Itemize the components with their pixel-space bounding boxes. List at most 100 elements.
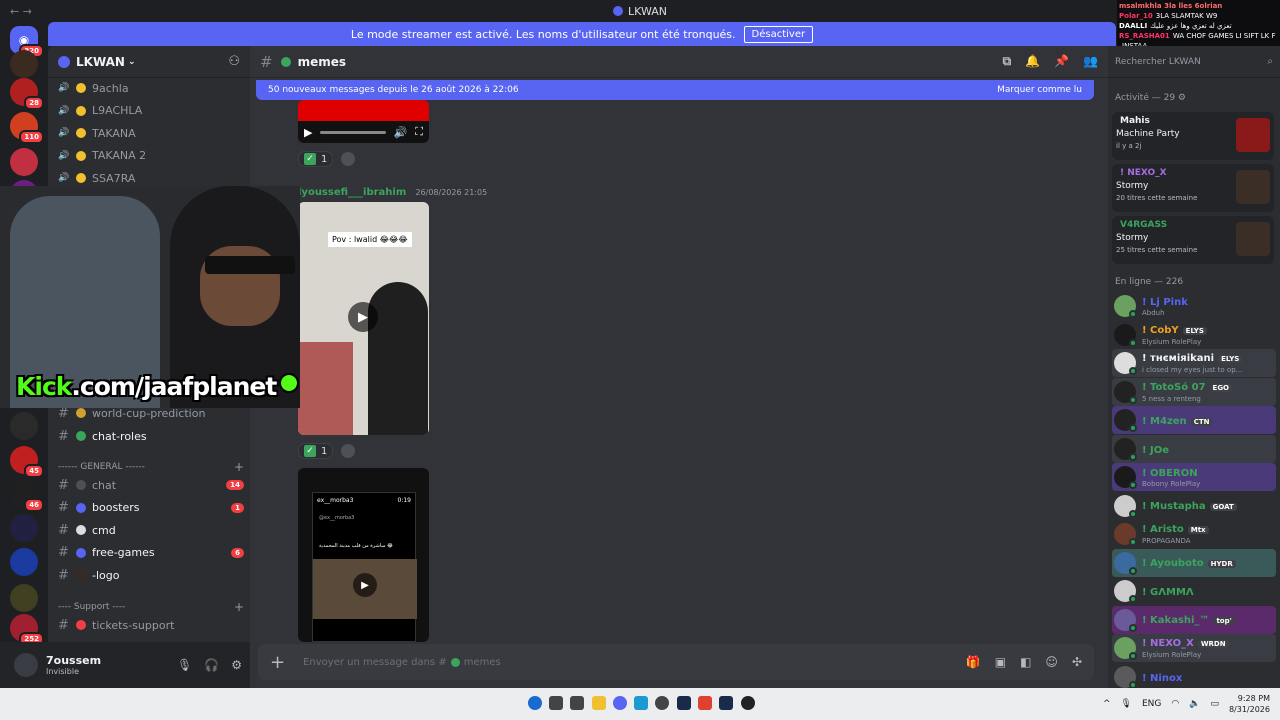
apps-icon[interactable]: ✣ bbox=[1072, 655, 1082, 669]
video-player[interactable]: ▶ 🔊 ⛶ bbox=[298, 100, 429, 143]
channel-item[interactable]: # boosters 1 bbox=[58, 497, 244, 519]
sticker-icon[interactable]: ◧ bbox=[1020, 655, 1031, 669]
volume-icon[interactable]: 🔊 bbox=[394, 126, 408, 139]
member-item[interactable]: ! NEXO_X WRDN Elysium RolePlay bbox=[1112, 634, 1276, 662]
channel-item[interactable]: # free-games 6 bbox=[58, 542, 244, 564]
mark-read-button[interactable]: Marquer comme lu bbox=[997, 85, 1082, 95]
server-icon[interactable]: 45 bbox=[10, 446, 44, 478]
fullscreen-icon[interactable]: ⛶ bbox=[415, 125, 423, 139]
verified-icon bbox=[279, 373, 300, 393]
channel-item[interactable]: # cmd bbox=[58, 519, 244, 541]
server-icon[interactable]: 252 bbox=[10, 614, 44, 646]
activity-card[interactable]: V4RGASS Stormy 25 titres cette semaine bbox=[1112, 216, 1274, 264]
server-icon[interactable] bbox=[10, 548, 38, 576]
play-icon[interactable]: ▶ bbox=[353, 573, 377, 597]
message-author[interactable]: lyoussefi___ibrahim bbox=[298, 187, 406, 198]
member-item[interactable]: ! Kakashi_™ top' bbox=[1112, 605, 1276, 634]
server-icon[interactable] bbox=[10, 584, 38, 612]
clock[interactable]: 9:28 PM 8/31/2026 bbox=[1229, 693, 1270, 715]
add-member-icon[interactable]: ⚇ bbox=[228, 54, 240, 69]
video-thumbnail[interactable]: ex__morba3 0:19 @ex__morba3 مباشرة من قل… bbox=[298, 468, 429, 642]
task-view-icon[interactable] bbox=[570, 696, 584, 710]
wifi-icon[interactable]: ◠ bbox=[1171, 699, 1179, 709]
search-icon[interactable] bbox=[549, 696, 563, 710]
threads-icon[interactable]: ⧉ bbox=[1003, 54, 1012, 69]
channel-item[interactable]: # -logo bbox=[58, 564, 244, 586]
add-reaction-icon[interactable] bbox=[341, 444, 356, 458]
channel-item[interactable]: 🔊 TAKANA bbox=[58, 122, 244, 144]
server-icon[interactable] bbox=[10, 148, 38, 176]
online-section-label: En ligne — 226 bbox=[1115, 277, 1184, 287]
streamer-mode-banner: Le mode streamer est activé. Les noms d'… bbox=[48, 22, 1116, 46]
chevron-up-icon[interactable]: ^ bbox=[1103, 699, 1111, 709]
channel-item[interactable]: # chat-roles bbox=[58, 425, 244, 447]
channel-item[interactable]: 🔊 TAKANA 2 bbox=[58, 145, 244, 167]
member-item[interactable]: ! JOe bbox=[1112, 434, 1276, 463]
server-icon[interactable]: 46 bbox=[10, 480, 44, 512]
server-icon[interactable] bbox=[10, 412, 38, 440]
member-item[interactable]: ! Mustapha GOAT bbox=[1112, 492, 1276, 520]
mic-icon[interactable]: 🎙 bbox=[177, 658, 192, 672]
headphones-icon[interactable]: 🎧 bbox=[204, 658, 219, 672]
edge-icon[interactable] bbox=[634, 696, 648, 710]
server-icon[interactable] bbox=[10, 50, 38, 78]
steam-icon[interactable] bbox=[677, 696, 691, 710]
settings-gear-icon[interactable]: ⚙ bbox=[231, 658, 242, 672]
channel-category[interactable]: ------ GENERAL ------ + bbox=[58, 459, 244, 475]
play-icon[interactable]: ▶ bbox=[348, 302, 378, 332]
obs-icon[interactable] bbox=[741, 696, 755, 710]
member-item[interactable]: ! M4zen CTN bbox=[1112, 406, 1276, 434]
steam-icon[interactable] bbox=[719, 696, 733, 710]
pin-icon[interactable]: 📌 bbox=[1054, 54, 1069, 69]
member-item[interactable]: ! OBERON Bobony RolePlay bbox=[1112, 463, 1276, 491]
emoji-icon[interactable]: ☺ bbox=[1045, 655, 1058, 669]
activity-user: Mahis bbox=[1120, 116, 1150, 126]
server-icon[interactable]: 28 bbox=[10, 78, 44, 110]
activity-card[interactable]: Mahis Machine Party il y a 2j bbox=[1112, 112, 1274, 160]
channel-item[interactable]: # tickets-support bbox=[58, 614, 244, 636]
add-reaction-icon[interactable] bbox=[341, 152, 356, 166]
gift-icon[interactable]: 🎁 bbox=[966, 655, 981, 669]
server-header[interactable]: LKWAN ⌄ ⚇ bbox=[48, 46, 250, 78]
reaction-check[interactable]: ✓ 1 bbox=[298, 443, 334, 459]
channel-emoji-icon bbox=[76, 547, 86, 558]
member-item[interactable]: ! тнємiяikani ELYS i closed my eyes just t… bbox=[1112, 349, 1276, 377]
volume-icon[interactable]: 🔈 bbox=[1189, 699, 1200, 709]
activity-card[interactable]: ! NEXO_X Stormy 20 titres cette semaine bbox=[1112, 164, 1274, 212]
channel-item[interactable]: # chat 14 bbox=[58, 474, 244, 496]
search-input[interactable]: Rechercher LKWAN ⌕ bbox=[1108, 46, 1280, 78]
members-icon[interactable]: 👥 bbox=[1083, 54, 1098, 69]
member-item[interactable]: ! Aristo Mtx PROPAGANDA bbox=[1112, 520, 1276, 548]
file-explorer-icon[interactable] bbox=[592, 696, 606, 710]
gif-icon[interactable]: ▣ bbox=[995, 655, 1006, 669]
member-item[interactable]: ! CobY ELYS Elysium RolePlay bbox=[1112, 321, 1276, 349]
start-icon[interactable] bbox=[528, 696, 542, 710]
progress-bar[interactable] bbox=[320, 130, 386, 134]
member-item[interactable]: ! TotoSó 07 EGO 5 ness a renteng bbox=[1112, 377, 1276, 406]
server-icon[interactable] bbox=[10, 514, 38, 542]
server-icon[interactable]: 110 bbox=[10, 112, 44, 144]
channel-item[interactable]: 🔊 L9ACHLA bbox=[58, 100, 244, 122]
discord-icon[interactable] bbox=[613, 696, 627, 710]
battery-icon[interactable]: ▭ bbox=[1210, 699, 1219, 709]
play-icon[interactable]: ▶ bbox=[304, 126, 312, 139]
language-indicator[interactable]: ENG bbox=[1142, 699, 1161, 709]
calculator-icon[interactable] bbox=[655, 696, 669, 710]
member-item[interactable]: ! Lj Pink Abduh bbox=[1112, 292, 1276, 320]
channel-category[interactable]: ---- Support ---- + bbox=[58, 599, 244, 615]
member-item[interactable]: ! GΛMMΛ bbox=[1112, 577, 1276, 605]
member-name: ! M4zen bbox=[1142, 415, 1187, 427]
reaction-check[interactable]: ✓ 1 bbox=[298, 151, 334, 167]
mic-icon[interactable]: 🎙 bbox=[1121, 699, 1132, 709]
video-thumbnail[interactable]: Pov : lwalid 😂😂😂 ▶ bbox=[298, 202, 429, 435]
message-composer[interactable]: + Envoyer un message dans # memes 🎁 ▣ ◧ … bbox=[258, 644, 1094, 680]
member-item[interactable]: ! Ninox bbox=[1112, 663, 1276, 691]
channel-item[interactable]: 🔊 9achla bbox=[58, 77, 244, 99]
disable-streamer-button[interactable]: Désactiver bbox=[743, 25, 814, 43]
bell-icon[interactable]: 🔔 bbox=[1025, 54, 1040, 69]
avatar[interactable] bbox=[14, 653, 38, 677]
member-item[interactable]: ! Ayouboto HYDR bbox=[1112, 548, 1276, 577]
chrome-icon[interactable] bbox=[698, 696, 712, 710]
add-attachment-icon[interactable]: + bbox=[270, 652, 285, 673]
new-messages-bar[interactable]: 50 nouveaux messages depuis le 26 août 2… bbox=[256, 80, 1094, 100]
